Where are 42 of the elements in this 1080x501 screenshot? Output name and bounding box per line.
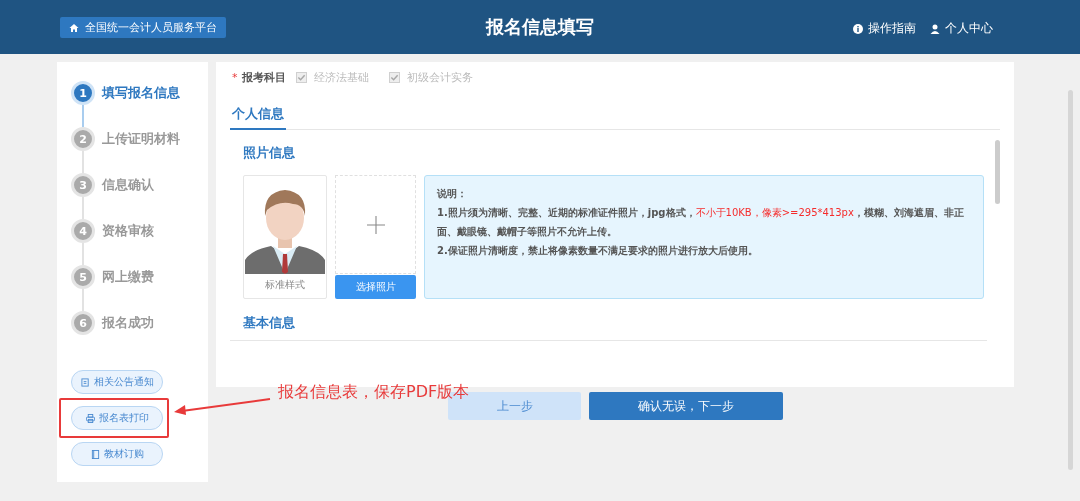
upload-area[interactable] — [335, 175, 416, 274]
note-text: 1.照片须为清晰、完整、近期的标准证件照片，jpg格式，不小于10KB，像素>=295*413px，模糊、刘海遮眉、非正面、戴眼镜、戴帽子等照片不允许上传。 — [437, 206, 965, 239]
sample-caption: 标准样式 — [265, 279, 305, 292]
info-icon — [853, 23, 863, 34]
step-label[interactable]: 填写报名信息 — [102, 81, 180, 105]
document-icon — [80, 377, 90, 387]
side-link-button[interactable]: 教材订购 — [71, 442, 163, 466]
user-icon — [930, 23, 940, 34]
checkbox-label: 经济法基础 — [313, 69, 369, 85]
page-title: 报名信息填写 — [486, 15, 594, 39]
step-label[interactable]: 报名成功 — [102, 311, 154, 335]
tab[interactable]: 个人信息 — [230, 100, 286, 130]
step-label[interactable]: 资格审核 — [102, 219, 154, 243]
checkbox-label: 初级会计实务 — [406, 69, 473, 85]
step-number: 3 — [71, 173, 95, 197]
next-step-button[interactable]: 确认无误，下一步 — [589, 392, 783, 420]
subject-label: 报考科目 — [241, 69, 286, 85]
step-label[interactable]: 网上缴费 — [102, 265, 154, 289]
section-title: 基本信息 — [243, 315, 296, 332]
note-title: 说明： — [437, 187, 468, 201]
note-text: 2.保证照片清晰度，禁止将像素数量不满足要求的照片进行放大后使用。 — [437, 244, 759, 258]
step-label[interactable]: 信息确认 — [102, 173, 154, 197]
step-number: 2 — [71, 127, 95, 151]
home-icon — [69, 22, 79, 33]
section-title: 照片信息 — [243, 145, 296, 162]
step-number: 4 — [71, 219, 95, 243]
page-scrollbar[interactable] — [1068, 90, 1073, 470]
home-link[interactable]: 全国统一会计人员服务平台 — [60, 17, 226, 38]
book-icon — [90, 449, 100, 459]
choose-photo-button[interactable]: 选择照片 — [335, 275, 416, 299]
step-number: 1 — [71, 81, 95, 105]
step-number: 6 — [71, 311, 95, 335]
printer-icon — [85, 413, 95, 423]
required-mark: * — [232, 70, 238, 84]
side-link-button[interactable]: 相关公告通知 — [71, 370, 163, 394]
plus-icon — [366, 215, 385, 234]
header-link[interactable]: 个人中心 — [930, 20, 993, 37]
step-number: 5 — [71, 265, 95, 289]
scrollbar[interactable] — [995, 140, 1000, 204]
header-link[interactable]: 操作指南 — [853, 20, 916, 37]
step-label[interactable]: 上传证明材料 — [102, 127, 180, 151]
side-link-button[interactable]: 报名表打印 — [71, 406, 163, 430]
